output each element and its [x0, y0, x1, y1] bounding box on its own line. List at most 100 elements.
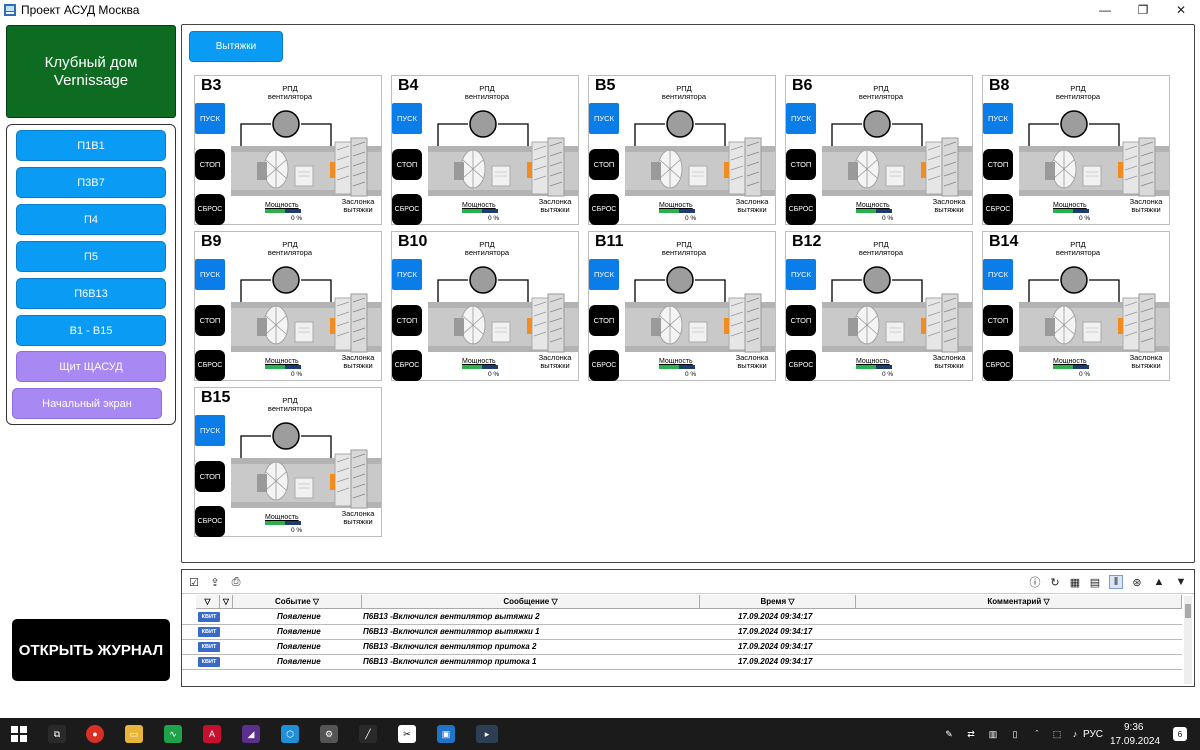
minimize-button[interactable]: — [1086, 0, 1124, 20]
start-button[interactable]: ПУСК [392, 103, 422, 134]
chrome-icon[interactable]: ● [86, 725, 104, 743]
reset-button[interactable]: СБРОС [195, 350, 225, 381]
filter-column-header[interactable]: ▽ [196, 595, 220, 609]
scroll-up-icon[interactable]: ▲ [1152, 575, 1166, 589]
capcut-icon[interactable]: ✂ [398, 725, 416, 743]
task-view-icon[interactable]: ⧉ [48, 725, 66, 743]
scada-app-icon[interactable]: ▣ [437, 725, 455, 743]
stop-button[interactable]: СТОП [195, 461, 225, 492]
ack-button[interactable]: КВИТ [198, 657, 220, 667]
table-row[interactable]: КВИТ Появление П6В13 -Включился вентилят… [182, 655, 1182, 670]
ack-button[interactable]: КВИТ [198, 627, 220, 637]
open-journal-button[interactable]: ОТКРЫТЬ ЖУРНАЛ [12, 619, 170, 681]
nav-button-p6v13[interactable]: П6В13 [16, 278, 166, 309]
network-icon[interactable]: ⬚ [1048, 725, 1066, 743]
app-icon-purple[interactable]: ◢ [242, 725, 260, 743]
nav-button-shchasud[interactable]: Щит ЩАСУД [16, 351, 166, 382]
clock-date[interactable]: 17.09.2024 [1110, 736, 1160, 747]
stop-button[interactable]: СТОП [195, 305, 225, 336]
controls-icon[interactable]: ⇄ [962, 725, 980, 743]
nav-button-p1v1[interactable]: П1В1 [16, 130, 166, 161]
print-icon[interactable]: ⎙ [229, 575, 243, 589]
start-button[interactable]: ПУСК [589, 103, 619, 134]
scroll-down-icon[interactable]: ▼ [1174, 575, 1188, 589]
stop-button[interactable]: СТОП [786, 305, 816, 336]
start-button[interactable]: ПУСК [589, 259, 619, 290]
reset-button[interactable]: СБРОС [786, 350, 816, 381]
start-button[interactable]: ПУСК [195, 103, 225, 134]
reset-button[interactable]: СБРОС [195, 506, 225, 537]
app-icon-blue[interactable]: ⬡ [281, 725, 299, 743]
pen-icon[interactable]: ✎ [940, 725, 958, 743]
volume-icon[interactable]: ♪ [1066, 725, 1084, 743]
reset-button[interactable]: СБРОС [983, 350, 1013, 381]
maximize-button[interactable]: ❐ [1124, 0, 1162, 20]
reset-button[interactable]: СБРОС [589, 350, 619, 381]
table-row[interactable]: КВИТ Появление П6В13 -Включился вентилят… [182, 610, 1182, 625]
notifications-badge[interactable]: 6 [1173, 727, 1187, 741]
stop-button[interactable]: СТОП [983, 149, 1013, 180]
autocad-icon[interactable]: A [203, 725, 221, 743]
stop-button[interactable]: СТОП [392, 149, 422, 180]
export-icon[interactable]: ⇪ [208, 575, 222, 589]
start-button[interactable]: ПУСК [786, 103, 816, 134]
refresh-icon[interactable]: ↻ [1048, 575, 1062, 589]
settings-app-icon[interactable]: ⚙ [320, 725, 338, 743]
reset-button[interactable]: СБРОС [195, 194, 225, 225]
journal-scrollbar[interactable] [1184, 596, 1192, 684]
reset-button[interactable]: СБРОС [983, 194, 1013, 225]
nav-button-p4[interactable]: П4 [16, 204, 166, 235]
stop-button[interactable]: СТОП [589, 305, 619, 336]
acknowledge-all-icon[interactable]: ☑ [187, 575, 201, 589]
app-tray-icon[interactable]: ▥ [984, 725, 1002, 743]
calendar-icon[interactable]: ▦ [1068, 575, 1082, 589]
stop-button[interactable]: СТОП [786, 149, 816, 180]
column-header-time[interactable]: Время ▽ [700, 595, 856, 609]
nav-button-v1-v15[interactable]: В1 - В15 [16, 315, 166, 346]
stop-button[interactable]: СТОП [195, 149, 225, 180]
file-explorer-icon[interactable]: ▭ [125, 725, 143, 743]
ack-button[interactable]: КВИТ [198, 642, 220, 652]
app-icon-green[interactable]: ∿ [164, 725, 182, 743]
info-icon[interactable]: ⓘ [1028, 575, 1042, 589]
nav-button-p3v7[interactable]: П3В7 [16, 167, 166, 198]
close-button[interactable]: ✕ [1162, 0, 1200, 20]
reset-button[interactable]: СБРОС [392, 350, 422, 381]
clock-time[interactable]: 9:36 [1124, 722, 1143, 733]
settings-icon[interactable]: ⊛ [1130, 575, 1144, 589]
start-button[interactable]: ПУСК [983, 103, 1013, 134]
column-header-event[interactable]: Событие ▽ [233, 595, 362, 609]
stop-button[interactable]: СТОП [392, 305, 422, 336]
active-app-icon[interactable]: ▸ [476, 725, 498, 743]
pen-tool-icon[interactable]: ╱ [359, 725, 377, 743]
phone-link-icon[interactable]: ▯ [1006, 725, 1024, 743]
ack-button[interactable]: КВИТ [198, 612, 220, 622]
tray-chevron-icon[interactable]: ˆ [1028, 725, 1046, 743]
start-button[interactable]: ПУСК [195, 415, 225, 446]
start-button[interactable]: ПУСК [392, 259, 422, 290]
table-row[interactable]: КВИТ Появление П6В13 -Включился вентилят… [182, 640, 1182, 655]
start-button[interactable]: ПУСК [195, 259, 225, 290]
stop-button[interactable]: СТОП [983, 305, 1013, 336]
power-label: Мощность [1053, 358, 1087, 365]
stop-button[interactable]: СТОП [589, 149, 619, 180]
scrollbar-thumb[interactable] [1185, 604, 1191, 618]
language-indicator[interactable]: РУС [1083, 729, 1103, 740]
nav-button-p5[interactable]: П5 [16, 241, 166, 272]
column-header-message[interactable]: Сообщение ▽ [362, 595, 700, 609]
start-button[interactable]: ПУСК [786, 259, 816, 290]
reset-button[interactable]: СБРОС [589, 194, 619, 225]
reset-button[interactable]: СБРОС [786, 194, 816, 225]
start-button[interactable]: ПУСК [983, 259, 1013, 290]
tab-exhaust[interactable]: Вытяжки [189, 31, 283, 62]
table-row[interactable]: КВИТ Появление П6В13 -Включился вентилят… [182, 625, 1182, 640]
start-menu-icon[interactable] [10, 725, 28, 743]
pause-icon[interactable]: ‖ [1109, 575, 1123, 589]
power-bar [659, 209, 695, 213]
filter-column-header-2[interactable]: ▽ [220, 595, 233, 609]
power-bar-fill [265, 365, 285, 369]
reset-button[interactable]: СБРОС [392, 194, 422, 225]
column-header-comment[interactable]: Комментарий ▽ [856, 595, 1182, 609]
nav-button-home[interactable]: Начальный экран [12, 388, 162, 419]
report-icon[interactable]: ▤ [1088, 575, 1102, 589]
